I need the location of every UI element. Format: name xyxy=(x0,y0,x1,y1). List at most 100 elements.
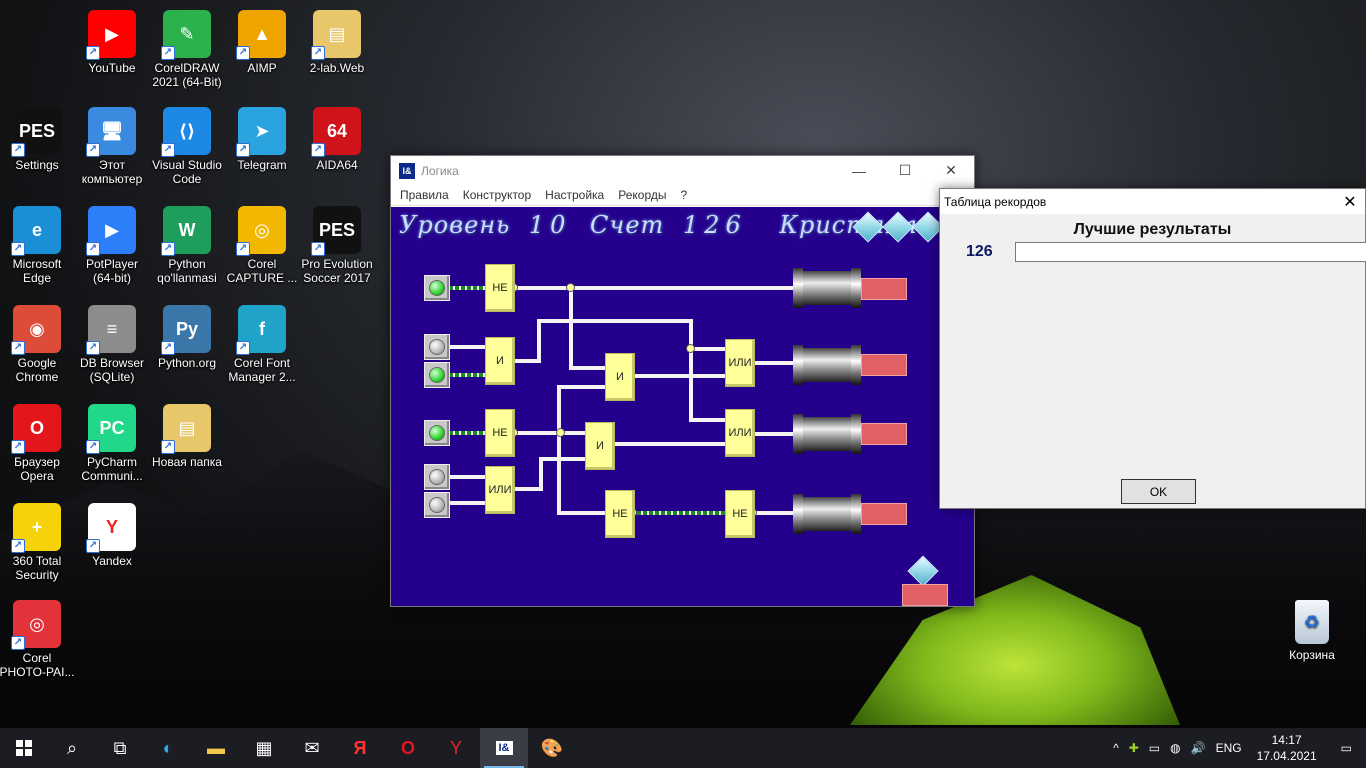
recycle-bin-icon[interactable]: ♻ Корзина xyxy=(1279,600,1345,662)
input-switch-1[interactable] xyxy=(424,275,450,301)
desktop-icon[interactable]: ◉ ↗ Google Chrome xyxy=(0,305,75,384)
app-icon: Y ↗ xyxy=(86,503,136,553)
records-heading: Лучшие результаты xyxy=(1073,221,1232,238)
desktop-icon[interactable]: O ↗ Браузер Opera xyxy=(0,404,75,483)
language-indicator[interactable]: ENG xyxy=(1211,741,1247,755)
desktop-icon[interactable]: ▤ ↗ 2-lab.Web xyxy=(299,10,375,75)
input-switch-6[interactable] xyxy=(424,492,450,518)
desktop-icon[interactable]: ▶ ↗ PotPlayer (64-bit) xyxy=(74,206,150,285)
window-title: Логика xyxy=(421,163,459,178)
gate-and: И xyxy=(485,337,515,385)
menu-help[interactable]: ? xyxy=(673,188,694,202)
menu-constructor[interactable]: Конструктор xyxy=(456,188,538,202)
menu-records[interactable]: Рекорды xyxy=(611,188,673,202)
shortcut-arrow-icon: ↗ xyxy=(311,46,325,60)
desktop-icon[interactable]: ▶ ↗ YouTube xyxy=(74,10,150,75)
desktop-icon[interactable]: Y ↗ Yandex xyxy=(74,503,150,568)
desktop-icon[interactable]: f ↗ Corel Font Manager 2... xyxy=(224,305,300,384)
taskbar-yandex-browser[interactable]: Y xyxy=(432,728,480,768)
maximize-button[interactable]: ☐ xyxy=(882,156,928,185)
yandex-browser-icon: Y xyxy=(449,737,462,758)
crystal-target xyxy=(902,584,948,606)
desktop-icon[interactable]: PC ↗ PyCharm Communi... xyxy=(74,404,150,483)
search-icon: ⌕ xyxy=(66,737,78,758)
desktop-icon[interactable]: PES ↗ Pro Evolution Soccer 2017 xyxy=(299,206,375,285)
wire xyxy=(515,286,795,290)
chevron-up-icon[interactable]: ^ xyxy=(1108,741,1124,755)
desktop-icon[interactable]: ◎ ↗ Corel CAPTURE ... xyxy=(224,206,300,285)
desktop-icon[interactable]: ⟨⟩ ↗ Visual Studio Code xyxy=(149,107,225,186)
desktop-icon[interactable]: 64 ↗ AIDA64 xyxy=(299,107,375,172)
clock[interactable]: 14:17 17.04.2021 xyxy=(1247,732,1327,764)
desktop-icon-label: 2-lab.Web xyxy=(309,61,365,75)
desktop-icon-label: Visual Studio Code xyxy=(152,158,222,186)
desktop-icon[interactable]: 🖥 ↗ Этот компьютер xyxy=(74,107,150,186)
search-button[interactable]: ⌕ xyxy=(48,728,96,768)
shortcut-arrow-icon: ↗ xyxy=(11,440,25,454)
desktop-icon[interactable]: ▤ ↗ Новая папка xyxy=(149,404,225,469)
wire xyxy=(569,366,605,370)
desktop-icon[interactable]: Py ↗ Python.org xyxy=(149,305,225,370)
desktop-icon-label: Corel Font Manager 2... xyxy=(228,356,296,384)
desktop-icon[interactable]: PES ↗ Settings xyxy=(0,107,75,172)
desktop-icon[interactable]: + ↗ 360 Total Security xyxy=(0,503,75,582)
volume-icon[interactable]: 🔊 xyxy=(1186,741,1211,755)
desktop-icon[interactable]: e ↗ Microsoft Edge xyxy=(0,206,75,285)
notifications-icon[interactable]: ▭ xyxy=(1327,741,1366,755)
security-tray-icon[interactable]: ✚ xyxy=(1124,741,1144,755)
input-switch-3[interactable] xyxy=(424,362,450,388)
start-button[interactable] xyxy=(0,728,48,768)
network-icon[interactable]: ◍ xyxy=(1165,741,1185,755)
menu-rules[interactable]: Правила xyxy=(393,188,456,202)
player-name-input[interactable] xyxy=(1015,242,1366,262)
taskbar-explorer[interactable]: ▬ xyxy=(192,728,240,768)
taskbar-edge[interactable]: ◐ xyxy=(144,728,192,768)
shortcut-arrow-icon: ↗ xyxy=(86,143,100,157)
taskbar-store[interactable]: ▦ xyxy=(240,728,288,768)
dialog-titlebar[interactable]: Таблица рекордов ✕ xyxy=(940,189,1365,214)
desktop-icon[interactable]: ≡ ↗ DB Browser (SQLite) xyxy=(74,305,150,384)
desktop-icon-label: 360 Total Security xyxy=(12,554,62,582)
shortcut-arrow-icon: ↗ xyxy=(236,341,250,355)
taskbar-opera[interactable]: O xyxy=(384,728,432,768)
mail-icon: ✉ xyxy=(304,737,320,758)
gate-or: ИЛИ xyxy=(725,339,755,387)
task-view-button[interactable]: ⧉ xyxy=(96,728,144,768)
minimize-button[interactable]: — xyxy=(836,156,882,185)
clock-time: 14:17 xyxy=(1271,733,1302,747)
desktop-icon-label: Corel PHOTO-PAI... xyxy=(0,651,75,679)
taskbar-paint[interactable]: 🎨 xyxy=(528,728,576,768)
desktop-icon-label: Python qo'llanmasi xyxy=(157,257,217,285)
input-switch-2[interactable] xyxy=(424,334,450,360)
gate-not: НЕ xyxy=(485,409,515,457)
desktop-icon[interactable]: ◎ ↗ Corel PHOTO-PAI... xyxy=(0,600,75,679)
wire xyxy=(449,286,485,290)
app-icon: ✎ ↗ xyxy=(161,10,211,60)
dialog-close-button[interactable]: ✕ xyxy=(1335,192,1365,212)
taskbar-logic-game[interactable]: I& xyxy=(480,728,528,768)
menu-settings[interactable]: Настройка xyxy=(538,188,611,202)
input-switch-5[interactable] xyxy=(424,464,450,490)
input-switch-4[interactable] xyxy=(424,420,450,446)
app-icon: ▶ ↗ xyxy=(86,10,136,60)
taskbar-mail[interactable]: ✉ xyxy=(288,728,336,768)
score-label: Счет xyxy=(590,211,665,239)
wire-junction xyxy=(556,428,565,437)
output-target xyxy=(861,423,907,445)
desktop-icon[interactable]: ✎ ↗ CorelDRAW 2021 (64-Bit) xyxy=(149,10,225,89)
shortcut-arrow-icon: ↗ xyxy=(236,143,250,157)
battery-icon[interactable]: ▭ xyxy=(1144,741,1165,755)
desktop-icon[interactable]: W ↗ Python qo'llanmasi xyxy=(149,206,225,285)
taskbar-yandex-music[interactable]: Я xyxy=(336,728,384,768)
wire xyxy=(637,511,725,515)
close-button[interactable]: ✕ xyxy=(928,156,974,185)
desktop-icon[interactable]: ➤ ↗ Telegram xyxy=(224,107,300,172)
recycle-bin-label: Корзина xyxy=(1289,648,1335,662)
led-icon xyxy=(429,497,445,513)
window-titlebar[interactable]: I& Логика — ☐ ✕ xyxy=(391,156,974,185)
ok-button[interactable]: OK xyxy=(1121,479,1196,504)
app-icon: ▤ ↗ xyxy=(161,404,211,454)
desktop-icon[interactable]: ▲ ↗ AIMP xyxy=(224,10,300,75)
output-target xyxy=(861,354,907,376)
shortcut-arrow-icon: ↗ xyxy=(11,242,25,256)
